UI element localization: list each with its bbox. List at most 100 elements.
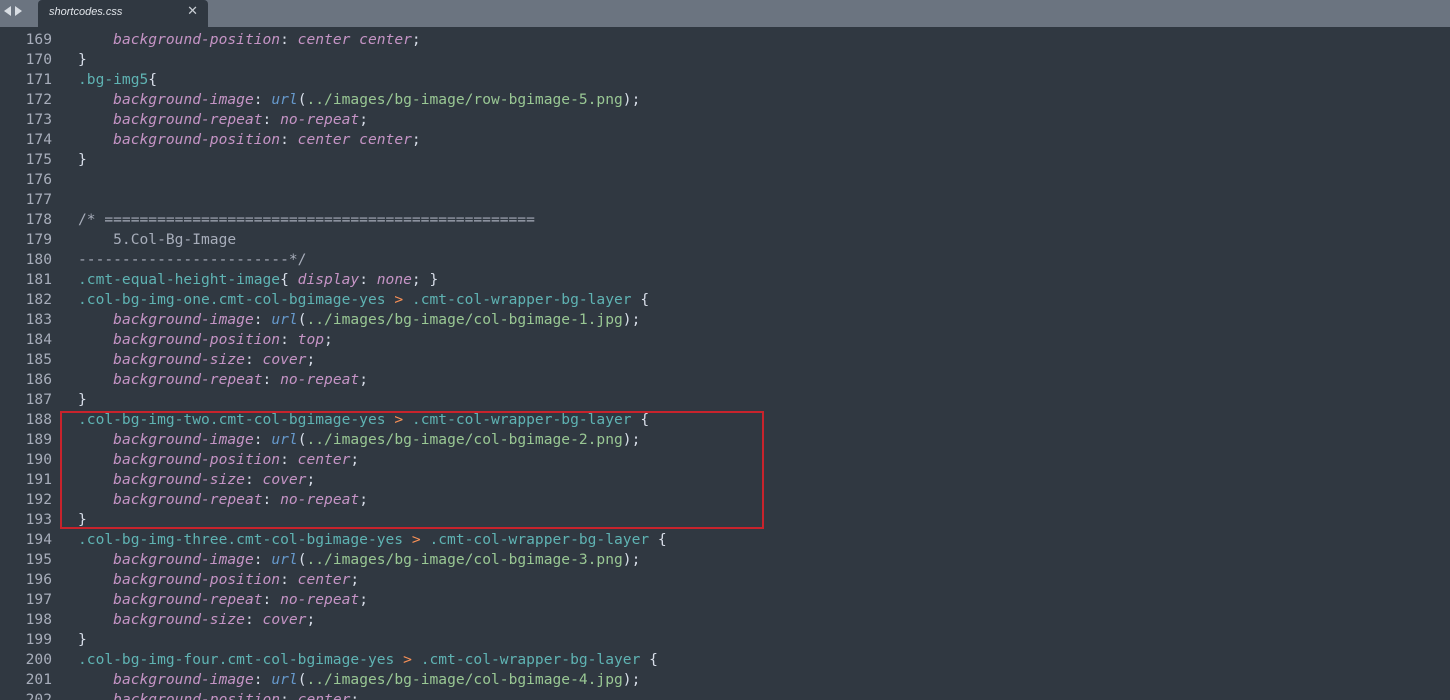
code-token: : (253, 551, 272, 568)
line-number: 194 (25, 531, 52, 548)
code-text: background-image: url(../images/bg-image… (78, 430, 640, 450)
code-token: background-image (113, 551, 254, 568)
line-number: 181 (25, 271, 52, 288)
close-icon[interactable]: ✕ (187, 4, 198, 19)
code-token: .cmt-equal-height-image (78, 271, 281, 288)
code-text: background-position: center; (78, 690, 359, 700)
code-token: : (253, 91, 272, 108)
code-token: : (244, 611, 263, 628)
code-line: 170} (0, 50, 1450, 70)
code-text: } (78, 630, 87, 650)
line-number: 183 (25, 311, 52, 328)
code-token: url (271, 91, 298, 108)
code-token: cover (262, 471, 307, 488)
line-number: 190 (25, 451, 52, 468)
line-number: 170 (25, 51, 52, 68)
code-token: { (280, 271, 298, 288)
line-number: 201 (25, 671, 52, 688)
line-number: 174 (25, 131, 52, 148)
code-token: .col-bg-img-four.cmt-col-bgimage-yes (78, 651, 395, 668)
code-line: 187} (0, 390, 1450, 410)
code-token: ; (359, 491, 368, 508)
code-token: > (394, 411, 404, 428)
code-token: top (297, 331, 325, 348)
code-token: > (403, 651, 412, 668)
code-token: background-repeat (113, 371, 263, 388)
code-token: none (376, 271, 412, 288)
line-number: 198 (25, 611, 52, 628)
code-token: { (640, 651, 658, 668)
code-token: : (262, 371, 281, 388)
code-token: center (297, 691, 351, 700)
code-token: : (262, 591, 281, 608)
code-text: background-image: url(../images/bg-image… (78, 90, 640, 110)
code-token: ------------------------*/ (78, 251, 307, 268)
line-number: 171 (25, 71, 52, 88)
arrow-left-icon[interactable] (4, 6, 11, 16)
code-line: 174 background-position: center center; (0, 130, 1450, 150)
code-token: ; (324, 331, 333, 348)
code-text: 5.Col-Bg-Image (78, 230, 236, 250)
code-text: background-size: cover; (78, 610, 315, 630)
line-number: 177 (25, 191, 52, 208)
code-token: url (271, 551, 298, 568)
code-text: background-position: top; (78, 330, 333, 350)
code-token: : (280, 31, 298, 48)
line-number: 199 (25, 631, 52, 648)
code-text: background-repeat: no-repeat; (78, 370, 368, 390)
code-editor[interactable]: 169 background-position: center center; 1… (0, 30, 1450, 700)
arrow-right-icon[interactable] (15, 6, 22, 16)
code-line: 193} (0, 510, 1450, 530)
code-token: } (78, 511, 87, 528)
code-token: : (280, 131, 298, 148)
code-token: > (411, 531, 421, 548)
code-token: .cmt-col-wrapper-bg-layer (420, 651, 641, 668)
code-token: { (631, 411, 650, 428)
code-token: ; (350, 451, 360, 468)
code-token: center center (297, 131, 412, 148)
code-token: center (297, 571, 351, 588)
code-text: } (78, 150, 87, 170)
code-line: 181 .cmt-equal-height-image{ display: non… (0, 270, 1450, 290)
code-token: ; (411, 131, 421, 148)
code-line: 185 background-size: cover; (0, 350, 1450, 370)
code-token: background-position (113, 331, 281, 348)
code-line: 171 .bg-img5{ (0, 70, 1450, 90)
line-number: 182 (25, 291, 52, 308)
code-token: url (271, 671, 298, 688)
code-token: no-repeat (280, 591, 360, 608)
code-line: 184 background-position: top; (0, 330, 1450, 350)
code-token: ../images/bg-image/col-bgimage-4.jpg (306, 671, 623, 688)
tab-shortcodes-css[interactable]: shortcodes.css ✕ (38, 0, 208, 27)
code-token: ../images/bg-image/col-bgimage-2.png (306, 431, 623, 448)
code-token: ; (306, 351, 316, 368)
code-token: .cmt-col-wrapper-bg-layer (429, 531, 650, 548)
code-token: ; (359, 591, 368, 608)
code-line: 198 background-size: cover; (0, 610, 1450, 630)
code-token: no-repeat (280, 371, 360, 388)
code-token: > (394, 291, 404, 308)
code-token: background-size (113, 471, 245, 488)
code-text: background-size: cover; (78, 350, 315, 370)
code-token: background-image (113, 311, 254, 328)
code-token: { (649, 531, 667, 548)
code-token: ); (622, 431, 641, 448)
code-token: { (148, 71, 158, 88)
code-line: 194 .col-bg-img-three.cmt-col-bgimage-yes… (0, 530, 1450, 550)
line-number: 184 (25, 331, 52, 348)
code-token: ; } (411, 271, 439, 288)
code-token: ; (350, 571, 360, 588)
code-token: 5.Col-Bg-Image (78, 231, 237, 248)
code-token: : (244, 351, 263, 368)
line-number: 200 (25, 651, 52, 668)
code-token: center center (297, 31, 412, 48)
